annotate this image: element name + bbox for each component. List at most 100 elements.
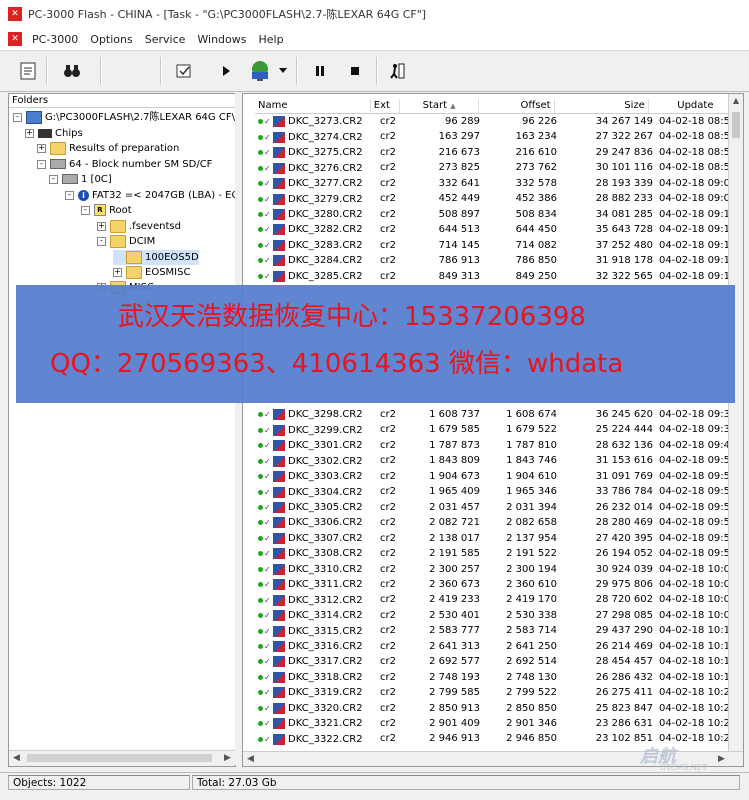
scroll-right-icon[interactable]: ▶ [220,751,235,766]
collapse-icon[interactable]: - [37,159,46,169]
expand-icon[interactable]: + [37,143,46,153]
tree-node[interactable]: - R Root [81,203,132,218]
file-row[interactable]: ✓ DKC_3302.CR2 cr2 1 843 809 1 843 746 31 153… [255,453,743,469]
file-row[interactable]: ✓ DKC_3315.CR2 cr2 2 583 777 2 583 714 29 437… [255,623,743,639]
check-icon: ✓ [264,657,271,667]
file-row[interactable]: ✓ DKC_3311.CR2 cr2 2 360 673 2 360 610 29 975… [255,577,743,593]
file-ext-cell: cr2 [380,193,396,205]
vscroll-thumb[interactable] [732,112,740,138]
tree-node[interactable]: + EOSMISC [113,265,190,280]
file-row[interactable]: ✓ DKC_3279.CR2 cr2 452 449 452 386 28 882 233… [255,191,743,207]
status-bar: Objects: 1022 Total: 27.03 Gb [0,772,749,793]
file-row[interactable]: ✓ DKC_3273.CR2 cr2 96 289 96 226 34 267 149 04… [255,114,743,130]
ok-status-icon [258,211,263,217]
menu-service[interactable]: Service [139,33,192,46]
tree-node[interactable]: + .fseventsd [97,219,181,234]
expand-icon[interactable]: + [25,128,34,138]
file-row[interactable]: ✓ DKC_3299.CR2 cr2 1 679 585 1 679 522 25 224… [255,422,743,438]
scroll-icon[interactable] [14,56,42,86]
file-size-cell: 31 153 616 [595,455,653,467]
pc3000-menu-icon[interactable]: ✕ [8,32,22,46]
file-row[interactable]: ✓ DKC_3301.CR2 cr2 1 787 873 1 787 810 28 632… [255,438,743,454]
files-scroll-right-icon[interactable]: ▶ [714,752,729,766]
file-row[interactable]: ✓ DKC_3305.CR2 cr2 2 031 457 2 031 394 26 232… [255,500,743,516]
collapse-icon[interactable]: - [81,205,90,215]
check-icon: ✓ [264,456,271,466]
dropdown-icon[interactable] [276,56,290,86]
files-vscrollbar[interactable]: ▲ ▼ [728,94,743,766]
file-row[interactable]: ✓ DKC_3307.CR2 cr2 2 138 017 2 137 954 27 420… [255,531,743,547]
menu-options[interactable]: Options [84,33,138,46]
exit-run-icon[interactable] [384,56,412,86]
pane-splitter[interactable] [235,93,241,765]
file-row[interactable]: ✓ DKC_3283.CR2 cr2 714 145 714 082 37 252 480… [255,238,743,254]
file-row[interactable]: ✓ DKC_3306.CR2 cr2 2 082 721 2 082 658 28 280… [255,515,743,531]
files-scroll-left-icon[interactable]: ◀ [243,752,258,766]
file-row[interactable]: ✓ DKC_3318.CR2 cr2 2 748 193 2 748 130 26 286… [255,670,743,686]
col-offset[interactable]: Offset [479,99,555,113]
binoculars-icon[interactable] [58,56,86,86]
menu-windows[interactable]: Windows [191,33,252,46]
file-row[interactable]: ✓ DKC_3285.CR2 cr2 849 313 849 250 32 322 565… [255,269,743,285]
collapse-icon[interactable]: - [13,112,22,122]
file-row[interactable]: ✓ DKC_3314.CR2 cr2 2 530 401 2 530 338 27 298… [255,608,743,624]
expand-icon[interactable]: + [113,267,122,277]
network-icon[interactable] [246,56,274,86]
tree-node[interactable]: - 1 [0C] [49,172,112,187]
raw-file-icon [273,239,285,251]
file-row[interactable]: ✓ DKC_3280.CR2 cr2 508 897 508 834 34 081 285… [255,207,743,223]
file-name-cell: ✓ DKC_3283.CR2 [255,238,373,254]
file-size-cell: 31 918 178 [595,255,653,267]
file-row[interactable]: ✓ DKC_3317.CR2 cr2 2 692 577 2 692 514 28 454… [255,654,743,670]
file-row[interactable]: ✓ DKC_3304.CR2 cr2 1 965 409 1 965 346 33 786… [255,484,743,500]
file-name: DKC_3282.CR2 [288,224,363,236]
tree-node[interactable]: + Chips [25,126,83,141]
col-name[interactable]: Name [255,99,371,113]
stop-icon[interactable] [341,56,369,86]
tree-node[interactable]: - DCIM [97,234,155,249]
scroll-up-icon[interactable]: ▲ [729,94,743,108]
files-pane: Name Ext Start ▲ Offset Size Update ✓ DKC… [242,93,744,767]
file-row[interactable]: ✓ DKC_3310.CR2 cr2 2 300 257 2 300 194 30 924… [255,562,743,578]
tree-node[interactable]: 100EOS5D [113,250,199,265]
file-row[interactable]: ✓ DKC_3276.CR2 cr2 273 825 273 762 30 101 116… [255,160,743,176]
ok-status-icon [258,659,263,665]
folders-hscrollbar[interactable]: ◀ ▶ [9,750,235,766]
file-size-cell: 32 322 565 [595,270,653,282]
file-start-cell: 163 297 [438,131,480,143]
hscroll-thumb[interactable] [27,754,212,762]
tree-node[interactable]: - G:\PC3000FLASH\2.7陈LEXAR 64G CF\ [13,110,235,125]
menu-help[interactable]: Help [253,33,290,46]
file-row[interactable]: ✓ DKC_3298.CR2 cr2 1 608 737 1 608 674 36 245… [255,407,743,423]
file-name: DKC_3280.CR2 [288,208,363,220]
file-row[interactable]: ✓ DKC_3319.CR2 cr2 2 799 585 2 799 522 26 275… [255,685,743,701]
file-row[interactable]: ✓ DKC_3277.CR2 cr2 332 641 332 578 28 193 339… [255,176,743,192]
col-start[interactable]: Start ▲ [400,99,479,113]
tree-node[interactable]: - i FAT32 =< 2047GB (LBA) - EOS [65,188,235,203]
file-row[interactable]: ✓ DKC_3320.CR2 cr2 2 850 913 2 850 850 25 823… [255,701,743,717]
file-row[interactable]: ✓ DKC_3274.CR2 cr2 163 297 163 234 27 322 267… [255,129,743,145]
col-size[interactable]: Size [555,99,649,113]
file-row[interactable]: ✓ DKC_3284.CR2 cr2 786 913 786 850 31 918 178… [255,253,743,269]
file-ext-cell: cr2 [380,625,396,637]
collapse-icon[interactable]: - [65,190,74,200]
col-ext[interactable]: Ext [371,99,401,113]
expand-icon[interactable]: + [97,221,106,231]
collapse-icon[interactable]: - [49,174,58,184]
scroll-left-icon[interactable]: ◀ [9,751,24,766]
checklist-icon[interactable] [170,56,198,86]
tree-node[interactable]: - 64 - Block number SM SD/CF [37,157,212,172]
file-row[interactable]: ✓ DKC_3312.CR2 cr2 2 419 233 2 419 170 28 720… [255,592,743,608]
file-row[interactable]: ✓ DKC_3303.CR2 cr2 1 904 673 1 904 610 31 091… [255,469,743,485]
file-row[interactable]: ✓ DKC_3316.CR2 cr2 2 641 313 2 641 250 26 214… [255,639,743,655]
tree-node[interactable]: + Results of preparation [37,141,179,156]
raw-file-icon [273,471,285,483]
file-row[interactable]: ✓ DKC_3282.CR2 cr2 644 513 644 450 35 643 728… [255,222,743,238]
pause-icon[interactable] [306,56,334,86]
file-row[interactable]: ✓ DKC_3275.CR2 cr2 216 673 216 610 29 247 836… [255,145,743,161]
file-row[interactable]: ✓ DKC_3308.CR2 cr2 2 191 585 2 191 522 26 194… [255,546,743,562]
file-row[interactable]: ✓ DKC_3321.CR2 cr2 2 901 409 2 901 346 23 286… [255,716,743,732]
menu-pc3000[interactable]: PC-3000 [26,33,84,46]
collapse-icon[interactable]: - [97,236,106,246]
play-icon[interactable] [212,56,240,86]
